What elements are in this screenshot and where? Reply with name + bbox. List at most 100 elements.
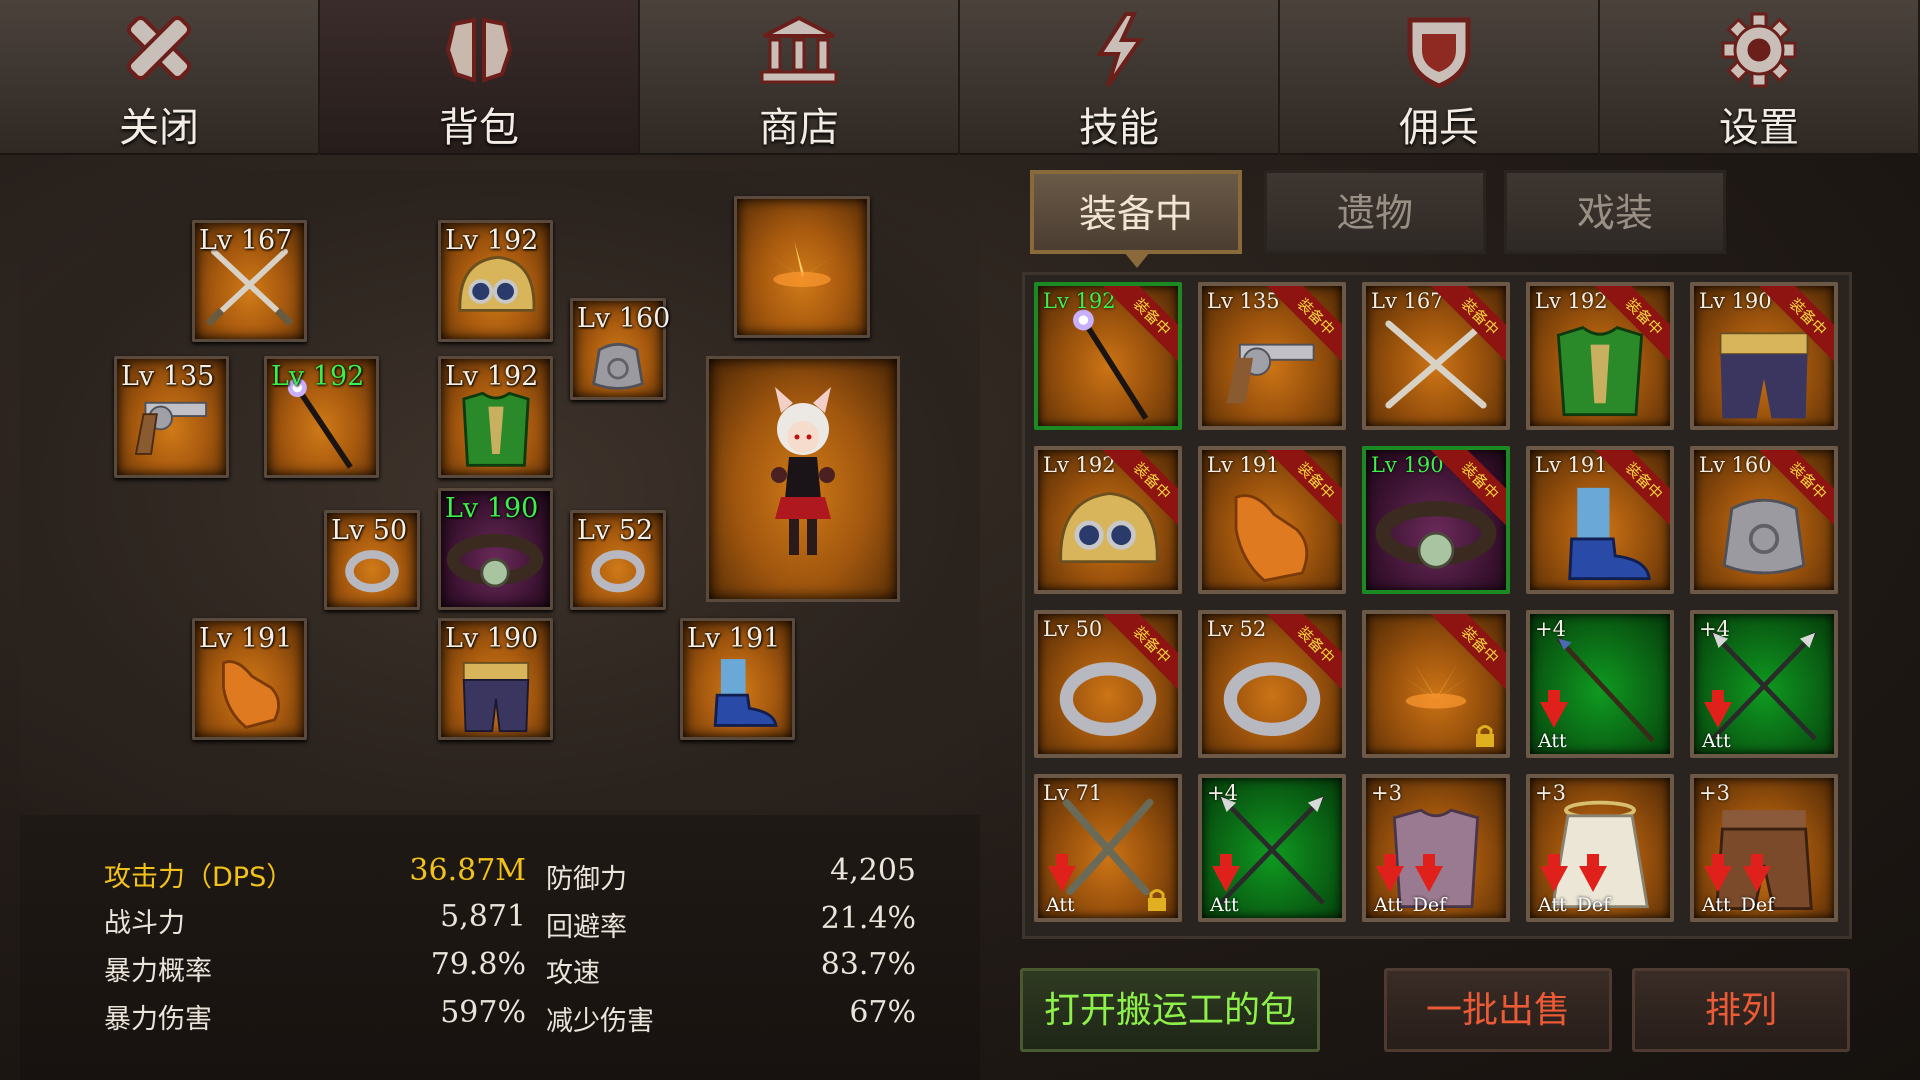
slot-level: Lv 50	[331, 515, 408, 546]
slot-armor[interactable]: Lv 192	[438, 356, 553, 478]
tab-backpack[interactable]: 背包	[320, 0, 638, 155]
slot-pants[interactable]: Lv 190	[438, 618, 553, 740]
item-level: Lv 192	[1043, 289, 1116, 313]
tab-costume[interactable]: 戏装	[1504, 170, 1726, 254]
slot-effect[interactable]	[734, 196, 870, 338]
slot-belt[interactable]: Lv 190	[438, 488, 553, 610]
down-arrow-icon	[1540, 854, 1568, 892]
slot-gun[interactable]: Lv 135	[114, 356, 229, 478]
def-down-tag: Def	[1577, 854, 1610, 916]
mercenary-icon	[1407, 17, 1471, 89]
slot-helmet[interactable]: Lv 192	[438, 220, 553, 342]
slot-level: Lv 191	[199, 623, 293, 654]
down-arrow-icon	[1212, 854, 1240, 892]
tab-skill-label: 技能	[1079, 105, 1159, 151]
slot-boots[interactable]: Lv 191	[680, 618, 795, 740]
sort-button[interactable]: 排列	[1632, 968, 1850, 1052]
stats-panel: 攻击力（DPS） 36.87M 战斗力 5,871 暴力概率 79.8% 暴力伤…	[20, 815, 980, 1080]
evasion-value: 21.4%	[820, 901, 916, 936]
tab-close-label: 关闭	[119, 105, 199, 151]
stat-arrows: Att	[1046, 854, 1076, 916]
stat-arrows: Att Def	[1374, 854, 1447, 916]
character-avatar	[771, 387, 835, 555]
att-down-tag: Att	[1046, 854, 1076, 916]
slot-level: Lv 167	[199, 225, 293, 256]
inventory-item[interactable]: +4 Att	[1198, 774, 1346, 922]
inventory-item[interactable]: Lv 135 装备中	[1198, 282, 1346, 430]
inventory-item[interactable]: Lv 190 装备中	[1362, 446, 1510, 594]
tab-mercenary-label: 佣兵	[1399, 105, 1479, 151]
inventory-item[interactable]: +4 Att	[1526, 610, 1674, 758]
inventory-item[interactable]: Lv 191 装备中	[1526, 446, 1674, 594]
stat-arrows: Att	[1210, 854, 1240, 916]
item-enhance: +4	[1535, 617, 1566, 641]
tab-backpack-label: 背包	[439, 105, 519, 151]
slot-level: Lv 160	[577, 303, 671, 334]
crit-dmg-label: 暴力伤害	[104, 1004, 212, 1035]
att-down-tag: Att	[1538, 854, 1568, 916]
inventory-item[interactable]: Lv 192 装备中	[1526, 282, 1674, 430]
inventory-item[interactable]: +3 Att Def	[1690, 774, 1838, 922]
atk-speed-label: 攻速	[546, 958, 600, 989]
down-arrow-icon	[1578, 854, 1607, 892]
tab-relics[interactable]: 遗物	[1264, 170, 1486, 254]
defense-value: 4,205	[830, 853, 916, 888]
slot-weapon2[interactable]: Lv 167	[192, 220, 307, 342]
evasion-label: 回避率	[546, 912, 627, 943]
tab-settings[interactable]: 设置	[1600, 0, 1918, 155]
att-tag-label: Att	[1702, 730, 1731, 752]
att-down-tag: Att	[1210, 854, 1240, 916]
inventory-item[interactable]: Lv 192 装备中	[1034, 282, 1182, 430]
item-level: Lv 160	[1699, 453, 1772, 477]
tab-mercenary[interactable]: 佣兵	[1280, 0, 1598, 155]
dmg-reduce-value: 67%	[849, 995, 916, 1030]
slot-staff[interactable]: Lv 192	[264, 356, 379, 478]
inventory-item[interactable]: +3 Att Def	[1526, 774, 1674, 922]
inventory-item[interactable]: Lv 192 装备中	[1034, 446, 1182, 594]
tab-shop[interactable]: 商店	[640, 0, 958, 155]
inventory-item[interactable]: Lv 52 装备中	[1198, 610, 1346, 758]
def-down-tag: Def	[1741, 854, 1774, 916]
down-arrow-icon	[1742, 854, 1771, 892]
att-tag-label: Att	[1374, 894, 1403, 916]
item-level: Lv 190	[1371, 453, 1444, 477]
backpack-icon	[445, 17, 513, 83]
crit-rate-value: 79.8%	[430, 947, 526, 982]
item-level: Lv 190	[1699, 289, 1772, 313]
inventory-item[interactable]: Lv 50 装备中	[1034, 610, 1182, 758]
bulk-sell-button[interactable]: 一批出售	[1384, 968, 1612, 1052]
atk-speed-value: 83.7%	[820, 947, 916, 982]
tab-skill[interactable]: 技能	[960, 0, 1278, 155]
inventory-item[interactable]: Lv 167 装备中	[1362, 282, 1510, 430]
inventory-item[interactable]: Lv 190 装备中	[1690, 282, 1838, 430]
lock-icon	[1476, 725, 1494, 747]
down-arrow-icon	[1048, 854, 1076, 892]
character-portrait[interactable]	[706, 356, 900, 602]
open-porter-bag-button[interactable]: 打开搬运工的包	[1020, 968, 1320, 1052]
def-tag-label: Def	[1412, 894, 1447, 916]
tab-settings-label: 设置	[1719, 105, 1799, 151]
inventory-item[interactable]: Lv 71 Att	[1034, 774, 1182, 922]
item-level: Lv 135	[1207, 289, 1280, 313]
att-tag-label: Att	[1538, 894, 1567, 916]
inventory-item[interactable]: +4 Att	[1690, 610, 1838, 758]
crit-dmg-value: 597%	[440, 995, 526, 1030]
inventory-item[interactable]: Lv 191 装备中	[1198, 446, 1346, 594]
slot-cape[interactable]: Lv 160	[570, 298, 670, 400]
tab-equipped[interactable]: 装备中	[1030, 170, 1242, 254]
top-nav: 关闭 背包 商店 技能 佣兵 设置	[0, 0, 1920, 155]
slot-level: Lv 190	[445, 493, 539, 524]
item-level: Lv 71	[1043, 781, 1103, 805]
attack-value: 36.87M	[409, 853, 526, 888]
item-enhance: +3	[1535, 781, 1566, 805]
tab-close[interactable]: 关闭	[0, 0, 318, 155]
item-level: Lv 52	[1207, 617, 1267, 641]
slot-gloves[interactable]: Lv 191	[192, 618, 307, 740]
slot-ring2[interactable]: Lv 52	[570, 510, 666, 610]
att-down-tag: Att	[1374, 854, 1404, 916]
inventory-item[interactable]: Lv 160 装备中	[1690, 446, 1838, 594]
slot-ring1[interactable]: Lv 50	[324, 510, 420, 610]
crit-rate-label: 暴力概率	[104, 956, 212, 987]
inventory-item[interactable]: +3 Att Def	[1362, 774, 1510, 922]
inventory-item[interactable]: 装备中	[1362, 610, 1510, 758]
